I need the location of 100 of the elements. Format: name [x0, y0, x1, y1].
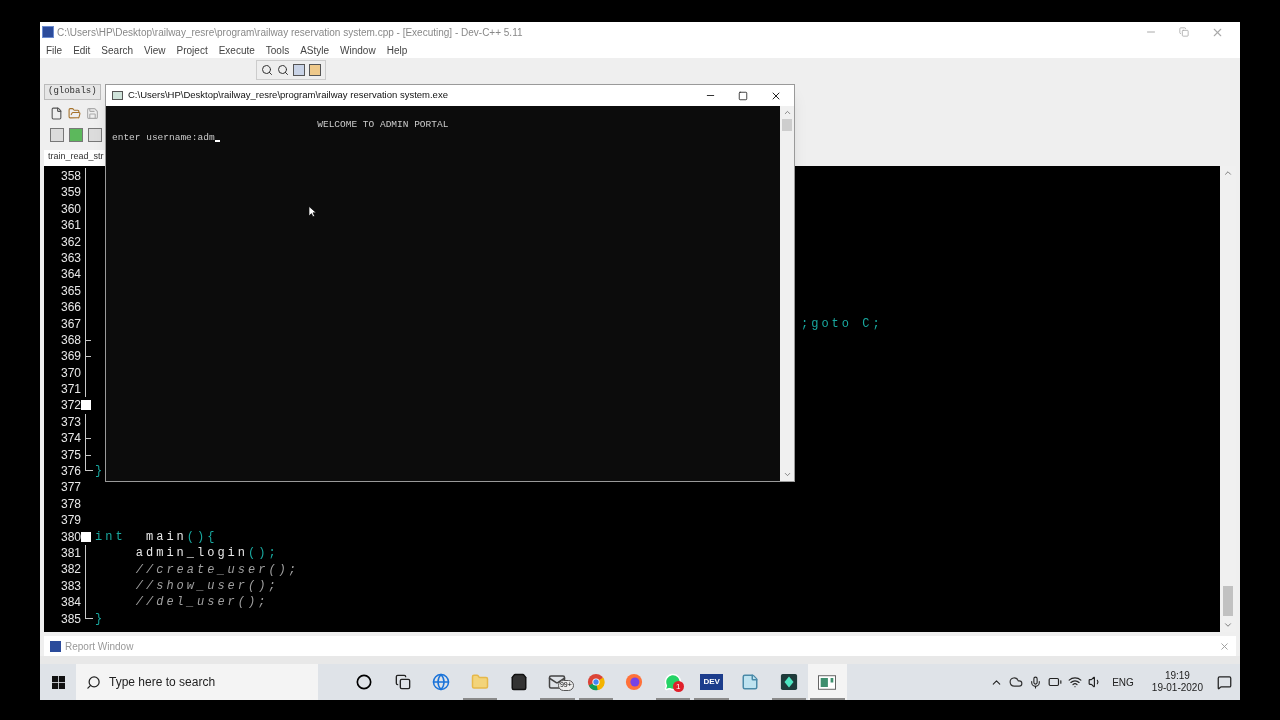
- running-indicator: [771, 698, 807, 700]
- console-icon: [112, 91, 123, 100]
- taskbar-app-button[interactable]: 1: [653, 664, 693, 700]
- scope-dropdown[interactable]: (globals): [44, 84, 101, 100]
- line-number: 374: [59, 430, 81, 447]
- window-title: C:\Users\HP\Desktop\railway_resre\program\railway reservation system.cpp - [Executing] - Dev-C++ 5.11: [57, 25, 523, 40]
- menu-item[interactable]: Edit: [73, 42, 91, 58]
- line-number: 359: [59, 184, 81, 201]
- menu-item[interactable]: Search: [101, 42, 134, 58]
- code-token: //show_user();: [134, 577, 279, 595]
- scroll-up-icon[interactable]: [1223, 168, 1233, 178]
- code-token: (){: [186, 528, 218, 546]
- line-number: 379: [59, 512, 81, 529]
- file-tab[interactable]: train_read_str: [44, 149, 108, 166]
- fold-toggle[interactable]: [81, 400, 91, 411]
- line-number: 358: [59, 168, 81, 185]
- running-indicator: [578, 698, 614, 700]
- line-number: 367: [59, 315, 81, 332]
- console-window-icon: [818, 674, 837, 690]
- vertical-scrollbar[interactable]: [780, 106, 794, 481]
- app-icon: [50, 640, 61, 652]
- cloud-icon[interactable]: [1009, 675, 1024, 689]
- find-icon[interactable]: [261, 64, 273, 76]
- fold-toggle[interactable]: [81, 531, 91, 542]
- document-icon[interactable]: [88, 128, 102, 142]
- line-number: 375: [59, 446, 81, 464]
- code-token: //create_user();: [134, 561, 300, 579]
- menu-item[interactable]: Window: [340, 42, 376, 58]
- scroll-up-icon[interactable]: [782, 108, 792, 117]
- menu-item[interactable]: Execute: [218, 42, 255, 58]
- line-number: 366: [59, 299, 81, 316]
- line-number: 373: [59, 413, 81, 431]
- line-number: 364: [59, 266, 81, 283]
- line-number: 362: [59, 233, 81, 250]
- document-icon[interactable]: [50, 128, 64, 142]
- scroll-down-icon[interactable]: [1223, 620, 1233, 630]
- menu-item[interactable]: View: [144, 42, 166, 58]
- panel-icon[interactable]: [293, 64, 305, 76]
- scroll-thumb[interactable]: [1223, 586, 1233, 616]
- line-number: 383: [59, 577, 81, 595]
- running-indicator: [655, 698, 691, 700]
- task-view-icon: [394, 674, 411, 690]
- code-token: ;goto C;: [801, 315, 883, 333]
- scroll-thumb[interactable]: [782, 119, 792, 131]
- line-number: 368: [59, 331, 81, 349]
- menu-item[interactable]: AStyle: [300, 42, 330, 58]
- windows-logo-icon: [51, 675, 65, 689]
- console-line: enter username:adm: [112, 131, 215, 144]
- menu-item[interactable]: Project: [176, 42, 208, 58]
- shopping-bag-icon: [509, 673, 528, 691]
- battery-icon[interactable]: [1048, 675, 1063, 689]
- line-number: 378: [59, 495, 81, 513]
- menu-item[interactable]: File: [46, 42, 63, 58]
- line-number: 385: [59, 610, 81, 627]
- new-file-icon[interactable]: [50, 106, 63, 120]
- maximize-icon[interactable]: [738, 90, 748, 101]
- wifi-icon[interactable]: [1068, 675, 1083, 689]
- folder-icon: [471, 673, 490, 691]
- app-icon: [42, 26, 54, 38]
- open-folder-icon[interactable]: [68, 106, 81, 120]
- code-token: //del_user();: [134, 594, 269, 612]
- code-token: ();: [248, 545, 279, 563]
- find-icon[interactable]: [277, 64, 289, 76]
- firefox-icon: [625, 673, 644, 691]
- search-field[interactable]: Type here to search: [109, 673, 299, 691]
- console-line: WELCOME TO ADMIN PORTAL: [316, 119, 449, 132]
- window-title: C:\Users\HP\Desktop\railway_resre\program\railway reservation system.exe: [128, 88, 448, 103]
- running-indicator: [462, 698, 498, 700]
- line-number: 372: [59, 397, 81, 414]
- mouse-pointer-icon: [309, 206, 317, 218]
- language-indicator[interactable]: ENG: [1108, 674, 1138, 690]
- notifications-icon[interactable]: [1217, 674, 1232, 690]
- chrome-icon: [586, 673, 605, 691]
- code-token: }: [95, 610, 106, 628]
- taskbar-app-button[interactable]: DEV: [692, 664, 731, 700]
- line-number: 381: [59, 545, 81, 562]
- line-number: 382: [59, 561, 81, 578]
- line-number: 361: [59, 217, 81, 234]
- running-indicator: [694, 698, 729, 700]
- menu-item[interactable]: Tools: [265, 42, 290, 58]
- search-bar[interactable]: Type here to search: [76, 664, 318, 700]
- line-number: 371: [59, 381, 81, 398]
- microphone-icon[interactable]: [1029, 675, 1043, 689]
- console-output[interactable]: WELCOME TO ADMIN PORTAL enter username:adm: [106, 106, 780, 481]
- menu-item[interactable]: Help: [386, 42, 408, 58]
- code-token: main: [145, 528, 187, 546]
- code-token: }: [95, 463, 106, 481]
- cortana-icon: [356, 674, 373, 690]
- scroll-down-icon[interactable]: [782, 470, 792, 479]
- running-indicator: [810, 698, 845, 700]
- line-number: 360: [59, 200, 81, 218]
- notepad-icon: [741, 673, 760, 691]
- clock-time[interactable]: 19:19: [1164, 669, 1190, 682]
- panel-icon[interactable]: [309, 64, 321, 76]
- line-number: 363: [59, 249, 81, 267]
- app-label: DEV: [700, 674, 723, 690]
- line-number: 380: [59, 528, 81, 545]
- code-token: int: [95, 528, 126, 546]
- line-number: 370: [59, 364, 81, 382]
- clock-date[interactable]: 19-01-2020: [1151, 682, 1203, 695]
